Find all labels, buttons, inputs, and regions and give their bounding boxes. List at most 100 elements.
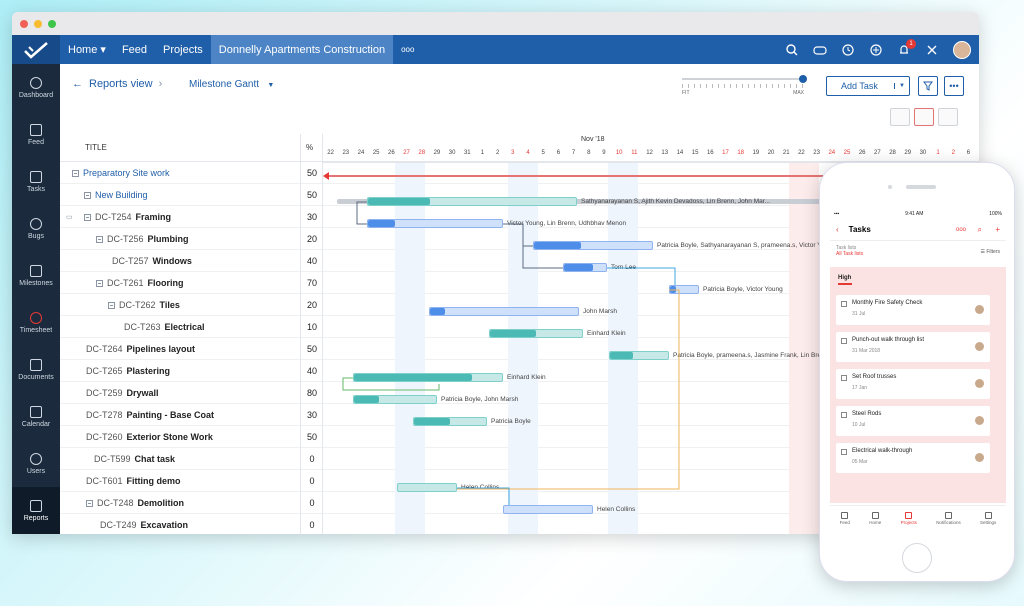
back-link[interactable]: ← Reports view › [72, 78, 162, 90]
mobile-search-icon[interactable]: ⌕ [978, 225, 982, 235]
task-name[interactable]: Tiles [160, 300, 180, 310]
mobile-task-card[interactable]: Steel Rods 10 Jul [836, 406, 990, 436]
critical-path-icon[interactable] [914, 108, 934, 126]
task-name[interactable]: Windows [153, 256, 192, 266]
close-dot[interactable] [20, 19, 28, 28]
task-name[interactable]: Demolition [138, 498, 185, 508]
search-icon[interactable] [785, 43, 799, 57]
gantt-bar[interactable] [563, 263, 607, 272]
mobile-tab[interactable]: Notifications [936, 512, 961, 525]
maximize-dot[interactable] [48, 19, 56, 28]
nav-projects[interactable]: Projects [155, 35, 211, 64]
collapse-toggle-icon[interactable] [96, 235, 103, 243]
view-selector[interactable]: Milestone Gantt ▼ [189, 79, 274, 90]
filters-button[interactable]: ☰ Filters [981, 249, 1001, 255]
gantt-bar[interactable] [429, 307, 579, 316]
timer-icon[interactable] [841, 43, 855, 57]
gantt-bar[interactable] [367, 197, 577, 206]
task-name[interactable]: New Building [95, 190, 148, 200]
app-logo[interactable] [12, 35, 60, 64]
back-icon[interactable]: ‹ [836, 225, 839, 234]
task-name[interactable]: Painting - Base Coat [127, 410, 215, 420]
task-name[interactable]: Fitting demo [127, 476, 181, 486]
mobile-tab[interactable]: Feed [840, 512, 850, 525]
zoom-slider[interactable]: FIT MAX [682, 75, 807, 96]
tools-icon[interactable] [925, 43, 939, 57]
sidebar-item-bugs[interactable]: Bugs [12, 205, 60, 252]
filter-button[interactable] [918, 76, 938, 96]
sidebar-item-tasks[interactable]: Tasks [12, 158, 60, 205]
collapse-toggle-icon[interactable] [96, 279, 103, 287]
collapse-toggle-icon[interactable] [84, 191, 91, 199]
task-checkbox[interactable] [841, 301, 847, 307]
task-name[interactable]: Excavation [141, 520, 189, 530]
sidebar-item-documents[interactable]: Documents [12, 346, 60, 393]
task-checkbox[interactable] [841, 375, 847, 381]
add-task-dropdown-icon[interactable]: ▼ [894, 83, 905, 89]
task-name[interactable]: Preparatory Site work [83, 168, 170, 178]
task-name[interactable]: Plastering [127, 366, 171, 376]
sidebar-item-timesheet[interactable]: Timesheet [12, 299, 60, 346]
collapse-toggle-icon[interactable] [72, 169, 79, 177]
gantt-bar[interactable] [353, 395, 437, 404]
minimize-dot[interactable] [34, 19, 42, 28]
nav-feed[interactable]: Feed [114, 35, 155, 64]
task-checkbox[interactable] [841, 338, 847, 344]
task-name[interactable]: Framing [136, 212, 172, 222]
task-checkbox[interactable] [841, 449, 847, 455]
mobile-task-card[interactable]: Electrical walk-through 05 Mar [836, 443, 990, 473]
task-checkbox[interactable] [841, 412, 847, 418]
gamepad-icon[interactable] [813, 43, 827, 57]
gantt-bar[interactable] [397, 483, 457, 492]
chart-view-icon[interactable] [938, 108, 958, 126]
task-name[interactable]: Drywall [127, 388, 159, 398]
mobile-tab[interactable]: Settings [980, 512, 996, 525]
gantt-bar[interactable] [353, 373, 503, 382]
day-label: 24 [828, 150, 836, 156]
mobile-more-icon[interactable]: ooo [956, 227, 966, 233]
task-name[interactable]: Chat task [135, 454, 176, 464]
task-name[interactable]: Electrical [165, 322, 205, 332]
avatar [975, 379, 984, 388]
task-name[interactable]: Exterior Stone Work [127, 432, 213, 442]
gantt-bar[interactable] [533, 241, 653, 250]
collapse-toggle-icon[interactable] [86, 499, 93, 507]
more-options-button[interactable]: ••• [944, 76, 964, 96]
sidebar-item-reports[interactable]: Reports [12, 487, 60, 534]
comment-icon[interactable]: ▭ [66, 213, 73, 221]
slider-track [682, 75, 807, 83]
mobile-task-card[interactable]: Set Roof trusses 17 Jan [836, 369, 990, 399]
mobile-task-card[interactable]: Monthly Fire Safety Check 31 Jul [836, 295, 990, 325]
collapse-toggle-icon[interactable] [108, 301, 115, 309]
mobile-task-card[interactable]: Punch-out walk through list 31 Mar 2018 [836, 332, 990, 362]
sidebar-item-milestones[interactable]: Milestones [12, 252, 60, 299]
mobile-add-icon[interactable]: + [995, 225, 1000, 234]
nav-current-project[interactable]: Donnelly Apartments Construction [210, 35, 394, 64]
bell-icon[interactable]: 1 [897, 38, 916, 57]
nav-home[interactable]: Home ▾ [60, 35, 114, 64]
gantt-bar[interactable] [609, 351, 669, 360]
sidebar-item-calendar[interactable]: Calendar [12, 393, 60, 440]
task-name[interactable]: Pipelines layout [127, 344, 196, 354]
home-button[interactable] [902, 543, 932, 573]
slider-thumb[interactable] [799, 75, 807, 83]
gantt-bar[interactable] [413, 417, 487, 426]
add-icon[interactable] [869, 43, 883, 57]
sidebar-item-users[interactable]: Users [12, 440, 60, 487]
gantt-bar[interactable] [669, 285, 699, 294]
mobile-tab[interactable]: Home [869, 512, 881, 525]
mobile-tab[interactable]: Projects [901, 512, 917, 525]
sidebar-item-dashboard[interactable]: Dashboard [12, 64, 60, 111]
gantt-bar[interactable] [489, 329, 583, 338]
task-list-selector[interactable]: All Task lists [836, 251, 1000, 257]
task-name[interactable]: Plumbing [148, 234, 189, 244]
add-task-button[interactable]: Add Task ▼ [826, 76, 910, 96]
gantt-bar[interactable] [503, 505, 593, 514]
sidebar-item-feed[interactable]: Feed [12, 111, 60, 158]
gantt-view-icon[interactable] [890, 108, 910, 126]
collapse-toggle-icon[interactable] [84, 213, 91, 221]
nav-more-button[interactable]: ooo [393, 35, 422, 64]
gantt-bar[interactable] [367, 219, 503, 228]
user-avatar[interactable] [953, 40, 971, 59]
task-name[interactable]: Flooring [148, 278, 184, 288]
